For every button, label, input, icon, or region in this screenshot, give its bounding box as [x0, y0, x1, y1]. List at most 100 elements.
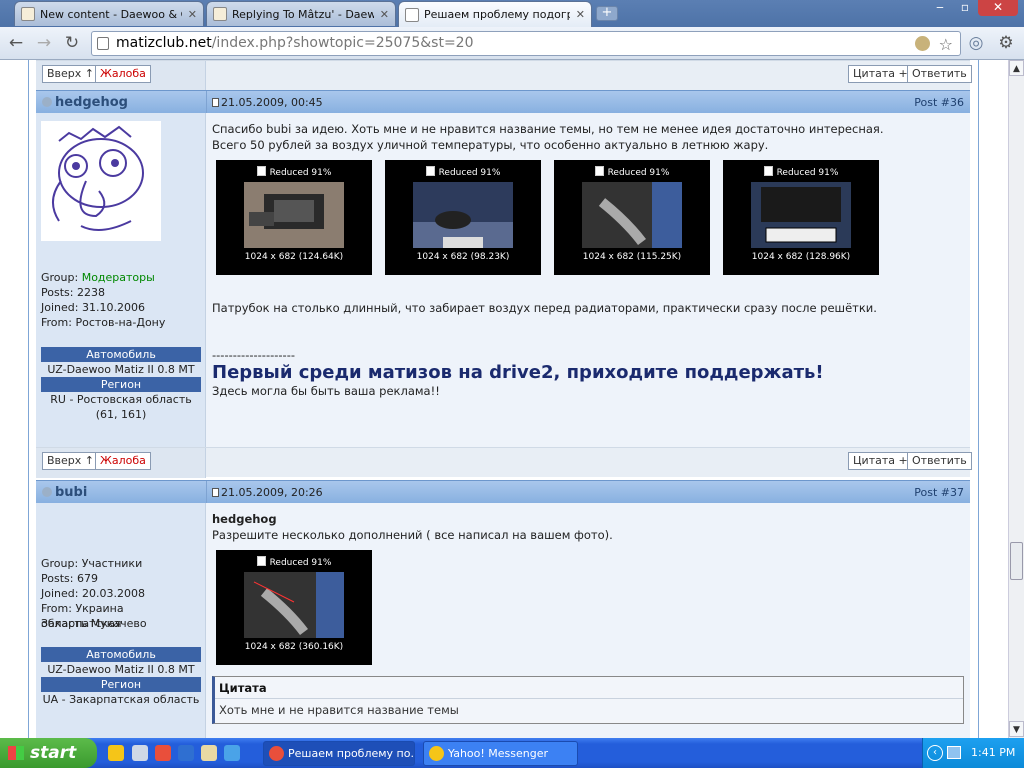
car-heading: Автомобиль [41, 647, 201, 662]
post-icon [212, 98, 219, 107]
author-sidebar: Group: Участники Posts: 679 Joined: 20.0… [36, 503, 206, 738]
photo-annotated-engine [244, 572, 344, 638]
close-tab-icon[interactable]: ✕ [188, 8, 197, 21]
region-value: RU - Ростовская область (61, 161) [50, 393, 192, 421]
signature-title[interactable]: Первый среди матизов на drive2, приходит… [212, 362, 824, 383]
clock[interactable]: 1:41 PM [971, 738, 1015, 768]
post-text: Всего 50 рублей за воздух уличной темпер… [212, 138, 769, 152]
author-posts: Posts: 679 [41, 572, 98, 585]
post-buttons-bar: Вверх ↑ Жалоба Цитата + Ответить [36, 60, 972, 91]
attachment-thumbnail[interactable]: Reduced 91% 1024 x 682 (128.96K) [723, 160, 879, 275]
maximize-button[interactable]: ▫ [953, 0, 977, 16]
scrollbar-thumb[interactable] [1010, 542, 1023, 580]
top-button[interactable]: Вверх ↑ [42, 65, 100, 83]
zoom-icon [425, 166, 435, 176]
quote-block: Цитата Хоть мне и не нравится название т… [212, 676, 964, 724]
photo-air-intake [244, 182, 344, 248]
windows-logo-icon [8, 746, 24, 760]
photo-engine-bay [413, 182, 513, 248]
car-value: UZ-Daewoo Matiz II 0.8 MT [47, 663, 195, 676]
bookmark-star-icon[interactable]: ☆ [939, 33, 953, 56]
quote-heading: Цитата [219, 681, 267, 695]
scroll-up-icon[interactable]: ▲ [1009, 60, 1024, 76]
page-content: Вверх ↑ Жалоба Цитата + Ответить hedgeho… [0, 60, 1008, 738]
zoom-icon [256, 556, 266, 566]
favicon-icon [21, 7, 35, 21]
close-button[interactable]: ✕ [978, 0, 1018, 16]
yahoo-messenger-icon [429, 746, 444, 761]
browser-chrome: New content - Daewoo & C... ✕ Replying T… [0, 0, 1024, 60]
page-icon [97, 37, 109, 50]
post-author[interactable]: hedgehog [42, 95, 128, 110]
top-button[interactable]: Вверх ↑ [42, 452, 100, 470]
windows-taskbar: start Решаем проблему по... Yahoo! Messe… [0, 738, 1024, 768]
post-buttons-bar: Вверх ↑ Жалоба Цитата + Ответить [36, 447, 972, 478]
quote-button[interactable]: Цитата + [848, 452, 913, 470]
folder-icon[interactable] [201, 745, 217, 761]
author-from: From: Ростов-на-Дону [41, 316, 166, 329]
signature-text: Здесь могла бы быть ваша реклама!! [212, 384, 440, 398]
attachment-thumbnail[interactable]: Reduced 91% 1024 x 682 (115.25K) [554, 160, 710, 275]
wrench-icon[interactable]: ⚙ [995, 33, 1017, 53]
tab-new-content[interactable]: New content - Daewoo & C... ✕ [14, 1, 204, 26]
zoom-icon [256, 166, 266, 176]
taskbar-item-chrome[interactable]: Решаем проблему по... [263, 741, 415, 766]
vertical-scrollbar[interactable]: ▲ ▼ [1008, 60, 1024, 738]
start-button[interactable]: start [0, 738, 97, 768]
scroll-down-icon[interactable]: ▼ [1009, 721, 1024, 737]
post-header: hedgehog 21.05.2009, 00:45 Post #36 [36, 90, 970, 114]
browser-toolbar: ← → ↻ matizclub.net/index.php?showtopic=… [0, 27, 1024, 60]
reply-button[interactable]: Ответить [907, 452, 972, 470]
zoom-icon [763, 166, 773, 176]
quote-text: Хоть мне и не нравится название темы [219, 703, 459, 717]
close-tab-icon[interactable]: ✕ [380, 8, 389, 21]
reload-icon[interactable]: ↻ [61, 33, 83, 53]
attachment-thumbnail[interactable]: Reduced 91% 1024 x 682 (124.64K) [216, 160, 372, 275]
post-date: 21.05.2009, 00:45 [212, 96, 323, 109]
forum-topic: Вверх ↑ Жалоба Цитата + Ответить hedgeho… [28, 60, 979, 738]
close-tab-icon[interactable]: ✕ [576, 8, 585, 21]
chrome-icon [269, 746, 284, 761]
region-value: UA - Закарпатская область [42, 693, 200, 706]
cookie-blocked-icon[interactable] [915, 36, 930, 51]
tab-replying[interactable]: Replying To Mâtzu' - Daew... ✕ [206, 1, 396, 26]
reply-button[interactable]: Ответить [907, 65, 972, 83]
author-from: область Мукачево [41, 617, 147, 630]
forward-icon[interactable]: → [33, 33, 55, 53]
post-icon [212, 488, 219, 497]
address-bar[interactable]: matizclub.net/index.php?showtopic=25075&… [91, 31, 961, 56]
author-joined: Joined: 20.03.2008 [41, 587, 145, 600]
photo-front-grille [751, 182, 851, 248]
car-heading: Автомобиль [41, 347, 201, 362]
taskbar-item-yahoo[interactable]: Yahoo! Messenger [423, 741, 578, 766]
post-body: hedgehog Разрешите несколько дополнений … [206, 503, 970, 738]
notepad-icon[interactable] [132, 745, 148, 761]
sync-icon[interactable]: ◎ [965, 33, 987, 53]
yahoo-messenger-icon[interactable] [108, 745, 124, 761]
reply-addressee[interactable]: hedgehog [212, 511, 277, 527]
attachment-thumbnail[interactable]: Reduced 91% 1024 x 682 (98.23K) [385, 160, 541, 275]
attachment-thumbnail[interactable]: Reduced 91% 1024 x 682 (360.16K) [216, 550, 372, 665]
minimize-button[interactable]: ‒ [928, 0, 952, 16]
author-sidebar: Group: Модераторы Posts: 2238 Joined: 31… [36, 113, 206, 447]
post-author[interactable]: bubi [42, 485, 87, 500]
post-text: Разрешите несколько дополнений ( все нап… [212, 528, 613, 542]
post-number-link[interactable]: Post #36 [914, 96, 964, 109]
tab-active-topic[interactable]: Решаем проблему подогр... ✕ [398, 1, 592, 27]
new-tab-button[interactable]: + [596, 6, 618, 21]
post-number-link[interactable]: Post #37 [914, 486, 964, 499]
complain-button[interactable]: Жалоба [95, 452, 151, 470]
author-group: Group: Модераторы [41, 271, 155, 284]
quote-button[interactable]: Цитата + [848, 65, 913, 83]
post-header: bubi 21.05.2009, 20:26 Post #37 [36, 480, 970, 504]
favicon-icon [213, 7, 227, 21]
back-icon[interactable]: ← [5, 33, 27, 53]
chevron-left-icon[interactable]: ‹ [927, 745, 943, 761]
complain-button[interactable]: Жалоба [95, 65, 151, 83]
post-text: Патрубок на столько длинный, что забирае… [212, 301, 877, 315]
chrome-icon[interactable] [155, 745, 171, 761]
internet-explorer-icon[interactable] [178, 745, 194, 761]
ie-shortcut-icon[interactable] [224, 745, 240, 761]
network-icon[interactable] [947, 746, 961, 759]
avatar [41, 121, 161, 241]
